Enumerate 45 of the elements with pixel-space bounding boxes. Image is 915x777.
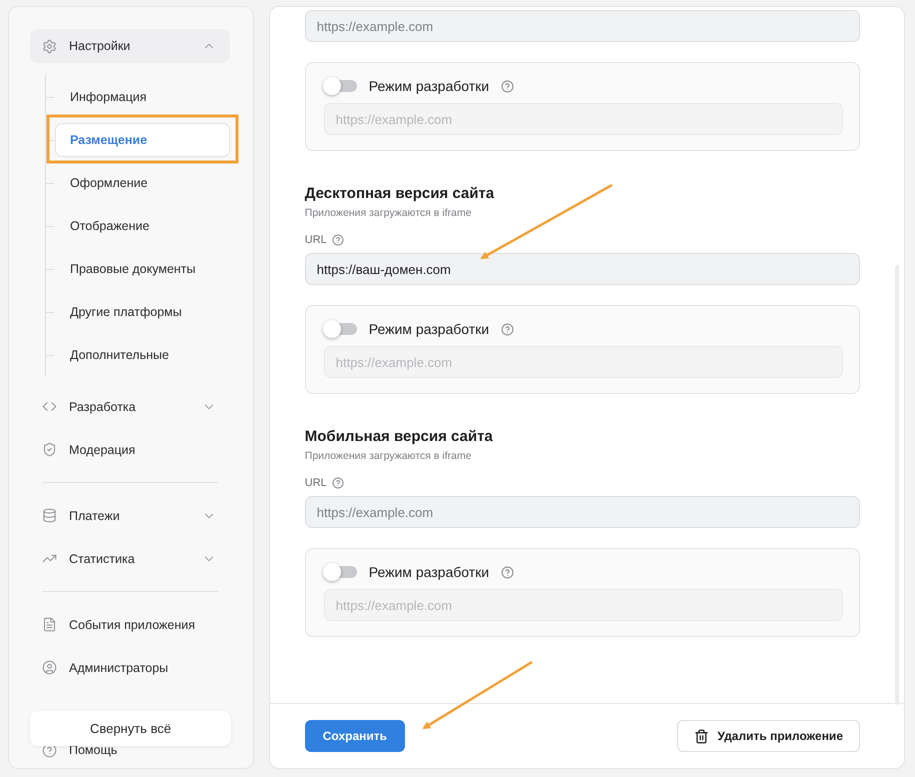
help-icon[interactable] — [501, 80, 514, 92]
section-subtitle: Приложения загружаются в iframe — [304, 449, 472, 463]
database-icon — [42, 508, 57, 523]
nav-subitem[interactable]: Другие платформы — [55, 294, 230, 328]
nav-item-label[interactable]: Разработка — [69, 400, 190, 414]
url-field[interactable]: https://ваш-домен.com — [304, 253, 860, 285]
delete-app-button[interactable]: Удалить приложение — [677, 720, 860, 752]
save-button[interactable]: Сохранить — [304, 720, 406, 752]
trash-icon — [694, 728, 710, 744]
nav-item-label[interactable]: Помощь — [69, 743, 216, 757]
settings-icon — [42, 38, 57, 54]
nav-item-label[interactable]: Статистика — [69, 552, 190, 566]
section-title: Мобильная версия сайта — [304, 427, 494, 447]
help-icon[interactable] — [501, 322, 514, 336]
shield-check-icon — [42, 442, 57, 457]
nav-item-label[interactable]: Модерация — [69, 442, 216, 456]
toggle-switch[interactable] — [324, 323, 357, 335]
document-icon — [42, 617, 57, 632]
toggle-switch[interactable] — [324, 566, 357, 578]
collapse-all-button[interactable]: Свернуть всё — [30, 711, 231, 746]
dev-mode-label: Режим разработки — [368, 564, 490, 580]
nav-item-label[interactable]: Настройки — [69, 39, 190, 53]
section-title: Десктопная версия сайта — [304, 184, 496, 204]
section-subtitle: Приложения загружаются в iframe — [304, 206, 472, 220]
nav-group-header[interactable]: Настройки — [30, 29, 230, 63]
user-circle-icon — [42, 660, 57, 675]
nav-item-label[interactable]: События приложения — [69, 618, 216, 632]
url-field[interactable]: https://example.com — [304, 496, 860, 528]
help-icon[interactable] — [501, 566, 514, 578]
nav-item-label[interactable]: Платежи — [69, 508, 190, 522]
url-label: URL — [304, 234, 327, 246]
nav-subitem[interactable]: Размещение — [55, 122, 230, 156]
help-icon[interactable] — [332, 477, 344, 489]
nav-subitem[interactable]: Отображение — [55, 208, 230, 242]
nav-subitem[interactable]: Дополнительные — [55, 338, 230, 372]
dev-mode-label: Режим разработки — [368, 321, 490, 337]
dev-mode-label: Режим разработки — [368, 78, 490, 94]
url-label: URL — [304, 477, 327, 489]
nav-subitem[interactable]: Информация — [55, 80, 230, 114]
nav-subitem[interactable]: Оформление — [55, 166, 230, 200]
url-field[interactable]: https://example.com — [304, 10, 860, 42]
help-icon[interactable] — [332, 234, 344, 246]
toggle-switch[interactable] — [324, 80, 357, 92]
nav-item-label[interactable]: Администраторы — [69, 660, 216, 674]
nav-subitem[interactable]: Правовые документы — [55, 252, 230, 286]
